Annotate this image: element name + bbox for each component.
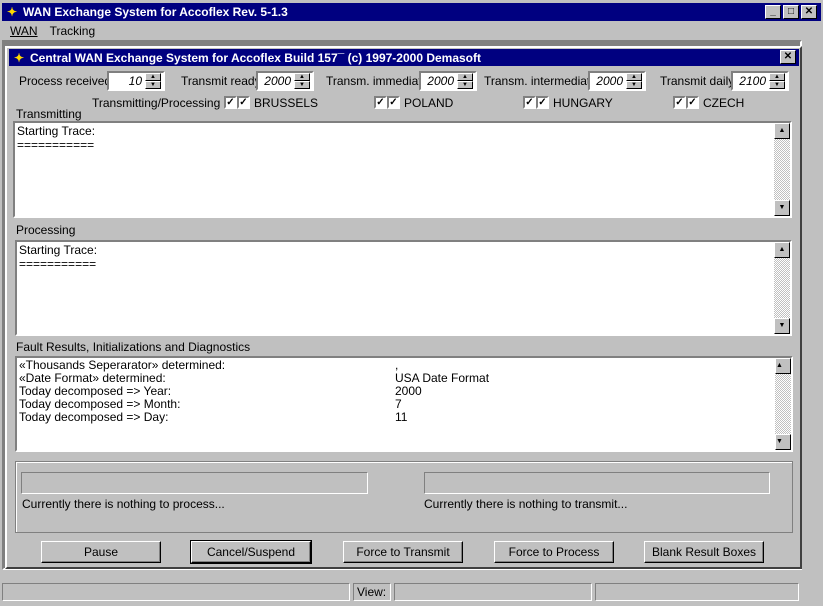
processing-scrollbar[interactable]: ▲ ▼ xyxy=(774,242,790,334)
transmitting-log[interactable]: Starting Trace: =========== ▲ ▼ xyxy=(13,121,792,218)
spin-up-icon[interactable]: ▲ xyxy=(769,73,785,81)
country-hungary: HUNGARY xyxy=(553,96,613,110)
child-app-icon: ✦ xyxy=(13,50,25,65)
spin-up-icon[interactable]: ▲ xyxy=(145,73,161,81)
transm-intermediate-label: Transm. intermediate xyxy=(484,74,597,88)
transm-intermediate-value[interactable]: 2000 xyxy=(590,73,626,89)
brussels-process-checkbox[interactable]: ✓ xyxy=(237,96,250,109)
transmitting-scrollbar[interactable]: ▲ ▼ xyxy=(774,123,790,216)
statusbar-panel xyxy=(2,583,350,601)
spin-down-icon[interactable]: ▼ xyxy=(457,81,473,89)
pause-button[interactable]: Pause xyxy=(41,541,161,563)
log-line: Starting Trace: xyxy=(19,243,98,257)
brussels-transmit-checkbox[interactable]: ✓ xyxy=(224,96,237,109)
statusbar-view-label: View: xyxy=(353,583,391,601)
scroll-down-icon[interactable]: ▼ xyxy=(774,200,790,216)
diag-value: 11 xyxy=(395,410,408,424)
scroll-down-icon[interactable]: ▼ xyxy=(775,434,791,450)
transmit-ready-spinner[interactable]: 2000 ▲ ▼ xyxy=(256,71,314,91)
blank-result-boxes-button[interactable]: Blank Result Boxes xyxy=(644,541,764,563)
czech-process-checkbox[interactable]: ✓ xyxy=(686,96,699,109)
poland-transmit-checkbox[interactable]: ✓ xyxy=(374,96,387,109)
transmitting-label: Transmitting xyxy=(16,107,82,121)
processing-label: Processing xyxy=(16,223,76,237)
country-czech: CZECH xyxy=(703,96,745,110)
hungary-process-checkbox[interactable]: ✓ xyxy=(536,96,549,109)
log-line: =========== xyxy=(17,138,95,152)
countries-header: Transmitting/Processing => xyxy=(92,96,238,110)
scroll-up-icon[interactable]: ▲ xyxy=(774,123,790,139)
menu-wan[interactable]: WAN xyxy=(10,24,38,38)
force-process-button[interactable]: Force to Process xyxy=(494,541,614,563)
spin-down-icon[interactable]: ▼ xyxy=(769,81,785,89)
diagnostics-scrollbar[interactable]: ▲ ▼ xyxy=(775,358,791,450)
spin-up-icon[interactable]: ▲ xyxy=(626,73,642,81)
menu-tracking[interactable]: Tracking xyxy=(50,24,96,38)
process-progress-bar xyxy=(21,472,368,494)
transm-immediate-value[interactable]: 2000 xyxy=(421,73,457,89)
diagnostics-log[interactable]: «Thousands Seperarator» determined:, «Da… xyxy=(15,356,793,452)
process-status-text: Currently there is nothing to process... xyxy=(22,497,225,511)
menubar: WAN Tracking xyxy=(2,22,821,40)
force-transmit-button[interactable]: Force to Transmit xyxy=(343,541,463,563)
diag-row: Today decomposed => Day: 11 xyxy=(19,411,789,424)
transmit-ready-label: Transmit ready xyxy=(181,74,261,88)
spin-up-icon[interactable]: ▲ xyxy=(457,73,473,81)
statusbar-panel xyxy=(394,583,592,601)
transmit-status-text: Currently there is nothing to transmit..… xyxy=(424,497,628,511)
app-title: WAN Exchange System for Accoflex Rev. 5-… xyxy=(23,5,288,19)
spin-down-icon[interactable]: ▼ xyxy=(294,81,310,89)
child-title: Central WAN Exchange System for Accoflex… xyxy=(30,50,482,65)
spin-up-icon[interactable]: ▲ xyxy=(294,73,310,81)
czech-transmit-checkbox[interactable]: ✓ xyxy=(673,96,686,109)
diagnostics-label: Fault Results, Initializations and Diagn… xyxy=(16,340,251,354)
child-close-button[interactable]: ✕ xyxy=(780,50,796,64)
poland-process-checkbox[interactable]: ✓ xyxy=(387,96,400,109)
transmit-daily-label: Transmit daily xyxy=(660,74,735,88)
scroll-down-icon[interactable]: ▼ xyxy=(774,318,790,334)
child-titlebar: ✦ Central WAN Exchange System for Accofl… xyxy=(9,49,799,66)
transmit-ready-value[interactable]: 2000 xyxy=(258,73,294,89)
country-brussels: BRUSSELS xyxy=(254,96,319,110)
transmit-progress-bar xyxy=(424,472,770,494)
spin-down-icon[interactable]: ▼ xyxy=(626,81,642,89)
maximize-button[interactable]: □ xyxy=(783,5,799,19)
country-poland: POLAND xyxy=(404,96,454,110)
hungary-transmit-checkbox[interactable]: ✓ xyxy=(523,96,536,109)
statusbar: View: xyxy=(2,583,821,603)
scroll-up-icon[interactable]: ▲ xyxy=(774,242,790,258)
processing-log[interactable]: Starting Trace: =========== ▲ ▼ xyxy=(15,240,792,336)
transm-intermediate-spinner[interactable]: 2000 ▲ ▼ xyxy=(588,71,646,91)
process-received-spinner[interactable]: 10 ▲ ▼ xyxy=(107,71,165,91)
log-line: =========== xyxy=(19,257,97,271)
minimize-button[interactable]: _ xyxy=(765,5,781,19)
spin-down-icon[interactable]: ▼ xyxy=(145,81,161,89)
app-titlebar: ✦ WAN Exchange System for Accoflex Rev. … xyxy=(2,3,821,21)
transmit-daily-spinner[interactable]: 2100 ▲ ▼ xyxy=(731,71,789,91)
diag-key: Today decomposed => Day: xyxy=(19,410,169,424)
cancel-suspend-button[interactable]: Cancel/Suspend xyxy=(190,540,312,564)
process-received-value[interactable]: 10 xyxy=(109,73,145,89)
process-received-label: Process received xyxy=(19,74,112,88)
close-button[interactable]: ✕ xyxy=(801,5,817,19)
transm-immediate-label: Transm. immediate xyxy=(326,74,429,88)
statusbar-panel xyxy=(595,583,799,601)
scroll-up-icon[interactable]: ▲ xyxy=(775,358,791,374)
transmit-daily-value[interactable]: 2100 xyxy=(733,73,769,89)
app-icon: ✦ xyxy=(6,5,18,19)
log-line: Starting Trace: xyxy=(17,124,96,138)
transm-immediate-spinner[interactable]: 2000 ▲ ▼ xyxy=(419,71,477,91)
